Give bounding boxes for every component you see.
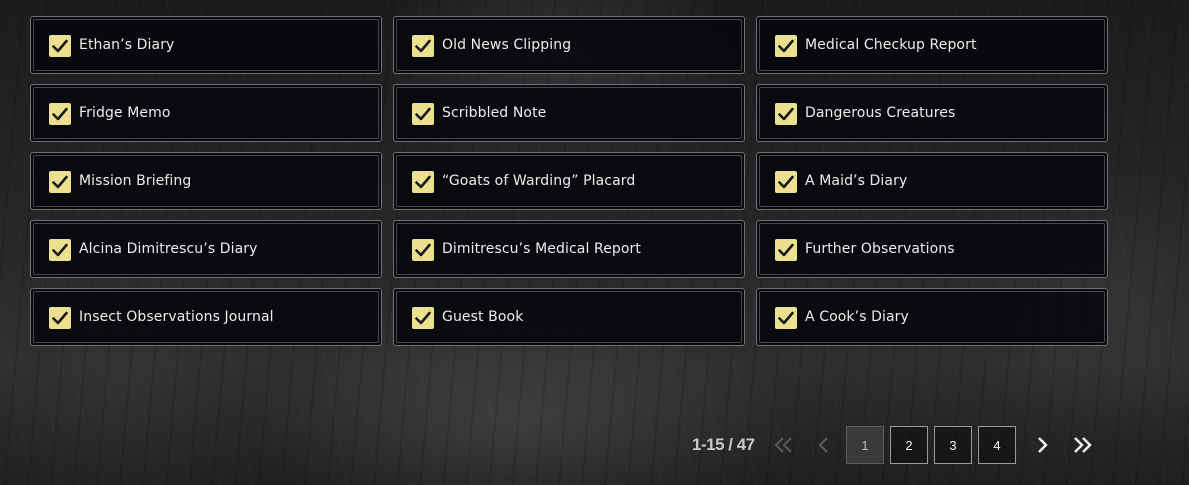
checkbox-checked-icon [412, 171, 434, 193]
file-label: “Goats of Warding” Placard [442, 173, 636, 189]
last-page-button[interactable] [1062, 426, 1102, 464]
checkbox-checked-icon [775, 103, 797, 125]
first-page-button[interactable] [764, 426, 804, 464]
chevron-right-icon [1038, 437, 1048, 453]
double-chevron-left-icon [774, 437, 792, 453]
file-item-a-maids-diary[interactable]: A Maid’s Diary [756, 152, 1108, 210]
file-item-medical-checkup-report[interactable]: Medical Checkup Report [756, 16, 1108, 74]
chevron-left-icon [818, 437, 828, 453]
checkbox-checked-icon [49, 239, 71, 261]
checkbox-checked-icon [775, 171, 797, 193]
file-item-dangerous-creatures[interactable]: Dangerous Creatures [756, 84, 1108, 142]
file-item-old-news-clipping[interactable]: Old News Clipping [393, 16, 745, 74]
file-label: Further Observations [805, 241, 955, 257]
file-item-scribbled-note[interactable]: Scribbled Note [393, 84, 745, 142]
file-item-fridge-memo[interactable]: Fridge Memo [30, 84, 382, 142]
file-label: Ethan’s Diary [79, 37, 175, 53]
page-button-2[interactable]: 2 [890, 426, 928, 464]
file-item-mission-briefing[interactable]: Mission Briefing [30, 152, 382, 210]
next-page-button[interactable] [1022, 426, 1062, 464]
checkbox-checked-icon [49, 307, 71, 329]
pagination-range: 1-15 / 47 [692, 435, 755, 454]
file-label: Mission Briefing [79, 173, 192, 189]
file-item-further-observations[interactable]: Further Observations [756, 220, 1108, 278]
file-label: Scribbled Note [442, 105, 547, 121]
checkbox-checked-icon [49, 103, 71, 125]
file-label: Guest Book [442, 309, 524, 325]
file-item-alcina-dimitrescus-diary[interactable]: Alcina Dimitrescu’s Diary [30, 220, 382, 278]
file-label: Alcina Dimitrescu’s Diary [79, 241, 258, 257]
pagination: 1-15 / 47 1 2 3 4 [690, 425, 1102, 465]
file-item-dimitrescus-medical-report[interactable]: Dimitrescu’s Medical Report [393, 220, 745, 278]
file-item-guest-book[interactable]: Guest Book [393, 288, 745, 346]
checkbox-checked-icon [49, 171, 71, 193]
file-label: Old News Clipping [442, 37, 572, 53]
file-label: Insect Observations Journal [79, 309, 274, 325]
checkbox-checked-icon [49, 35, 71, 57]
page-numbers: 1 2 3 4 [846, 426, 1016, 464]
file-label: A Maid’s Diary [805, 173, 908, 189]
checkbox-checked-icon [412, 35, 434, 57]
file-label: Fridge Memo [79, 105, 171, 121]
file-item-ethans-diary[interactable]: Ethan’s Diary [30, 16, 382, 74]
file-label: Medical Checkup Report [805, 37, 977, 53]
file-label: Dimitrescu’s Medical Report [442, 241, 642, 257]
file-list: Ethan’s Diary Old News Clipping Medical … [30, 16, 1110, 346]
file-item-goats-of-warding-placard[interactable]: “Goats of Warding” Placard [393, 152, 745, 210]
file-item-insect-observations-journal[interactable]: Insect Observations Journal [30, 288, 382, 346]
double-chevron-right-icon [1074, 437, 1092, 453]
page-button-1[interactable]: 1 [846, 426, 884, 464]
file-label: A Cook’s Diary [805, 309, 909, 325]
checkbox-checked-icon [412, 103, 434, 125]
file-item-a-cooks-diary[interactable]: A Cook’s Diary [756, 288, 1108, 346]
checkbox-checked-icon [775, 307, 797, 329]
checkbox-checked-icon [775, 35, 797, 57]
prev-page-button[interactable] [804, 426, 844, 464]
checkbox-checked-icon [412, 307, 434, 329]
page-button-3[interactable]: 3 [934, 426, 972, 464]
file-label: Dangerous Creatures [805, 105, 956, 121]
page-button-4[interactable]: 4 [978, 426, 1016, 464]
checkbox-checked-icon [412, 239, 434, 261]
checkbox-checked-icon [775, 239, 797, 261]
